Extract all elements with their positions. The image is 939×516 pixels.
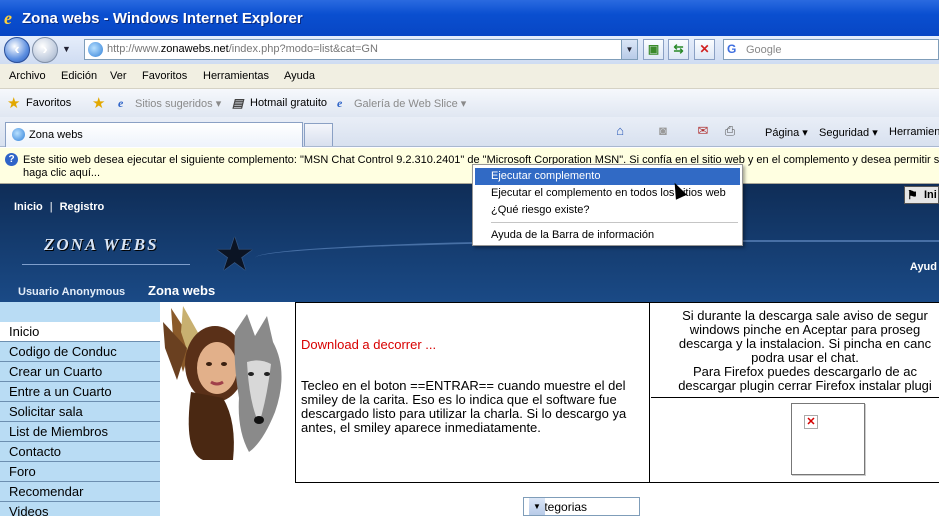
notice-line-5: Para Firefox puedes descargarlo de ac [692, 364, 917, 379]
category-dropdown-icon[interactable]: ▼ [529, 498, 545, 515]
tab-zona-webs[interactable]: Zona webs [5, 122, 303, 147]
notice-line-6: descargar plugin cerrar Firefox instalar… [678, 378, 932, 393]
address-bar[interactable]: http://www.zonawebs.net/index.php?modo=l… [84, 39, 638, 60]
security-menu[interactable]: Seguridad ▾ [819, 126, 878, 139]
site-label: Zona webs [148, 283, 216, 298]
top-link-registro[interactable]: Registro [60, 201, 105, 213]
web-slice-icon: e [337, 96, 343, 110]
menu-what-risk[interactable]: ¿Qué riesgo existe? [475, 202, 740, 219]
back-button[interactable]: ‹ [4, 37, 30, 63]
favorites-bar: ★ Favoritos ★ e Sitios sugeridos ▾ ▤ Hot… [0, 89, 939, 117]
user-band: Usuario Anonymous Zona webs [0, 280, 939, 302]
refresh-icon[interactable]: ⇆ [668, 39, 689, 60]
page-menu[interactable]: Página ▾ [765, 126, 808, 139]
history-dropdown-icon[interactable]: ▼ [62, 44, 71, 54]
hotmail-link[interactable]: Hotmail gratuito [250, 97, 327, 109]
sidebar-item-solicitar-sala[interactable]: Solicitar sala [0, 402, 160, 422]
menu-separator [491, 222, 738, 223]
web-page: Inicio | Registro ZONA WEBS ★ Ayud ⚑ Ini Us… [0, 184, 939, 516]
help-link[interactable]: Ayud [910, 261, 937, 273]
notice-line-3: descarga y la instalacion. Si pincha en … [678, 336, 932, 351]
inicio-button-icon: ⚑ [907, 188, 918, 202]
menu-ver[interactable]: Ver [110, 70, 127, 82]
search-box[interactable]: G Google [723, 39, 939, 60]
google-logo-icon: G [727, 42, 737, 56]
web-slice-gallery-link[interactable]: Galería de Web Slice ▾ [354, 97, 466, 110]
menu-ayuda[interactable]: Ayuda [284, 70, 315, 82]
notice-line-2: windows pinche en Aceptar para proseg [689, 322, 921, 337]
information-bar[interactable]: ? Este sitio web desea ejecutar el sigui… [0, 148, 939, 184]
download-link[interactable]: Download a decorrer ... [301, 337, 436, 352]
sidebar-item-videos[interactable]: Videos [0, 502, 160, 516]
question-icon: ? [5, 153, 18, 166]
sidebar-menu: Inicio Codigo de Conduc Crear un Cuarto … [0, 302, 160, 516]
address-url[interactable]: http://www.zonawebs.net/index.php?modo=l… [107, 43, 378, 55]
feeds-icon[interactable]: ◙ [655, 123, 671, 139]
menu-archivo[interactable]: Archivo [9, 70, 46, 82]
address-dropdown-icon[interactable]: ▼ [621, 40, 637, 59]
favorites-button[interactable]: Favoritos [26, 97, 71, 109]
sidebar-top-pad [0, 302, 160, 322]
woman-wolf-image [163, 306, 282, 460]
sidebar-item-recomendar[interactable]: Recomendar [0, 482, 160, 502]
download-cell: Download a decorrer ... Tecleo en el bot… [296, 303, 650, 482]
security-notice-cell: Si durante la descarga sale aviso de seg… [651, 303, 939, 398]
tools-menu[interactable]: Herramien [889, 126, 939, 138]
top-links: Inicio | Registro [14, 201, 104, 213]
plugin-cell: ✕ [651, 399, 939, 482]
search-input[interactable]: Google [746, 44, 781, 56]
notice-line-4: podra usar el chat. [751, 350, 859, 365]
hotmail-icon: ▤ [232, 96, 244, 110]
sidebar-item-inicio[interactable]: Inicio [0, 322, 160, 342]
tab-label: Zona webs [29, 129, 83, 141]
sidebar-item-foro[interactable]: Foro [0, 462, 160, 482]
home-icon[interactable]: ⌂ [612, 123, 628, 139]
sidebar-item-contacto[interactable]: Contacto [0, 442, 160, 462]
print-icon[interactable]: ⎙ [722, 123, 738, 139]
tab-bar: Zona webs ⌂ ◙ ✉ ⎙ Página ▾ Seguridad ▾ H… [0, 117, 939, 147]
site-header: Inicio | Registro ZONA WEBS ★ Ayud ⚑ Ini Us… [0, 184, 939, 302]
infobar-context-menu: Ejecutar complemento Ejecutar el complem… [472, 164, 743, 246]
top-link-separator: | [49, 201, 53, 213]
site-logo[interactable]: ZONA WEBS [44, 235, 159, 255]
window-title: Zona webs - Windows Internet Explorer [22, 10, 303, 27]
top-link-inicio[interactable]: Inicio [14, 201, 43, 213]
menu-infobar-help[interactable]: Ayuda de la Barra de información [475, 227, 740, 244]
mail-icon[interactable]: ✉ [695, 123, 711, 139]
inicio-button[interactable]: ⚑ Ini [904, 186, 939, 204]
broken-image-icon: ✕ [804, 415, 818, 429]
sidebar-item-crear-cuarto[interactable]: Crear un Cuarto [0, 362, 160, 382]
navigation-bar: ‹ › ▼ http://www.zonawebs.net/index.php?… [0, 36, 939, 64]
plugin-placeholder[interactable]: ✕ [791, 403, 865, 475]
menu-bar: Archivo Edición Ver Favoritos Herramient… [0, 64, 939, 89]
stop-icon[interactable]: ✕ [694, 39, 715, 60]
menu-edicion[interactable]: Edición [61, 70, 97, 82]
ie-logo-icon: e [4, 8, 12, 28]
download-instructions: Tecleo en el boton ==ENTRAR== cuando mue… [301, 378, 627, 435]
tab-globe-icon [12, 128, 25, 141]
title-bar: e Zona webs - Windows Internet Explorer [0, 0, 939, 36]
forward-button[interactable]: › [32, 37, 58, 63]
suggested-sites-link[interactable]: Sitios sugeridos ▾ [135, 97, 221, 110]
menu-herramientas[interactable]: Herramientas [203, 70, 269, 82]
menu-run-addon[interactable]: Ejecutar complemento [475, 168, 740, 185]
sidebar-item-miembros[interactable]: List de Miembros [0, 422, 160, 442]
notice-line-1: Si durante la descarga sale aviso de seg… [682, 308, 928, 323]
inicio-button-label: Ini [924, 189, 937, 201]
add-favorite-icon[interactable]: ★ [92, 94, 105, 112]
menu-run-addon-all-sites[interactable]: Ejecutar el complemento en todos los sit… [475, 185, 740, 202]
user-label: Usuario Anonymous [18, 286, 126, 298]
new-tab-button[interactable] [304, 123, 333, 146]
favorites-star-icon: ★ [7, 95, 21, 112]
compatibility-view-icon[interactable]: ▣ [643, 39, 664, 60]
category-select[interactable]: Categorias ▼ [523, 497, 640, 516]
sidebar-item-codigo-de-conducta[interactable]: Codigo de Conduc [0, 342, 160, 362]
content-table: Download a decorrer ... Tecleo en el bot… [295, 302, 939, 483]
page-globe-icon [88, 42, 103, 57]
suggested-sites-icon: e [118, 96, 124, 110]
menu-favoritos[interactable]: Favoritos [142, 70, 187, 82]
logo-underline [22, 264, 190, 265]
sidebar-item-entre-cuarto[interactable]: Entre a un Cuarto [0, 382, 160, 402]
logo-star-icon: ★ [214, 228, 256, 280]
